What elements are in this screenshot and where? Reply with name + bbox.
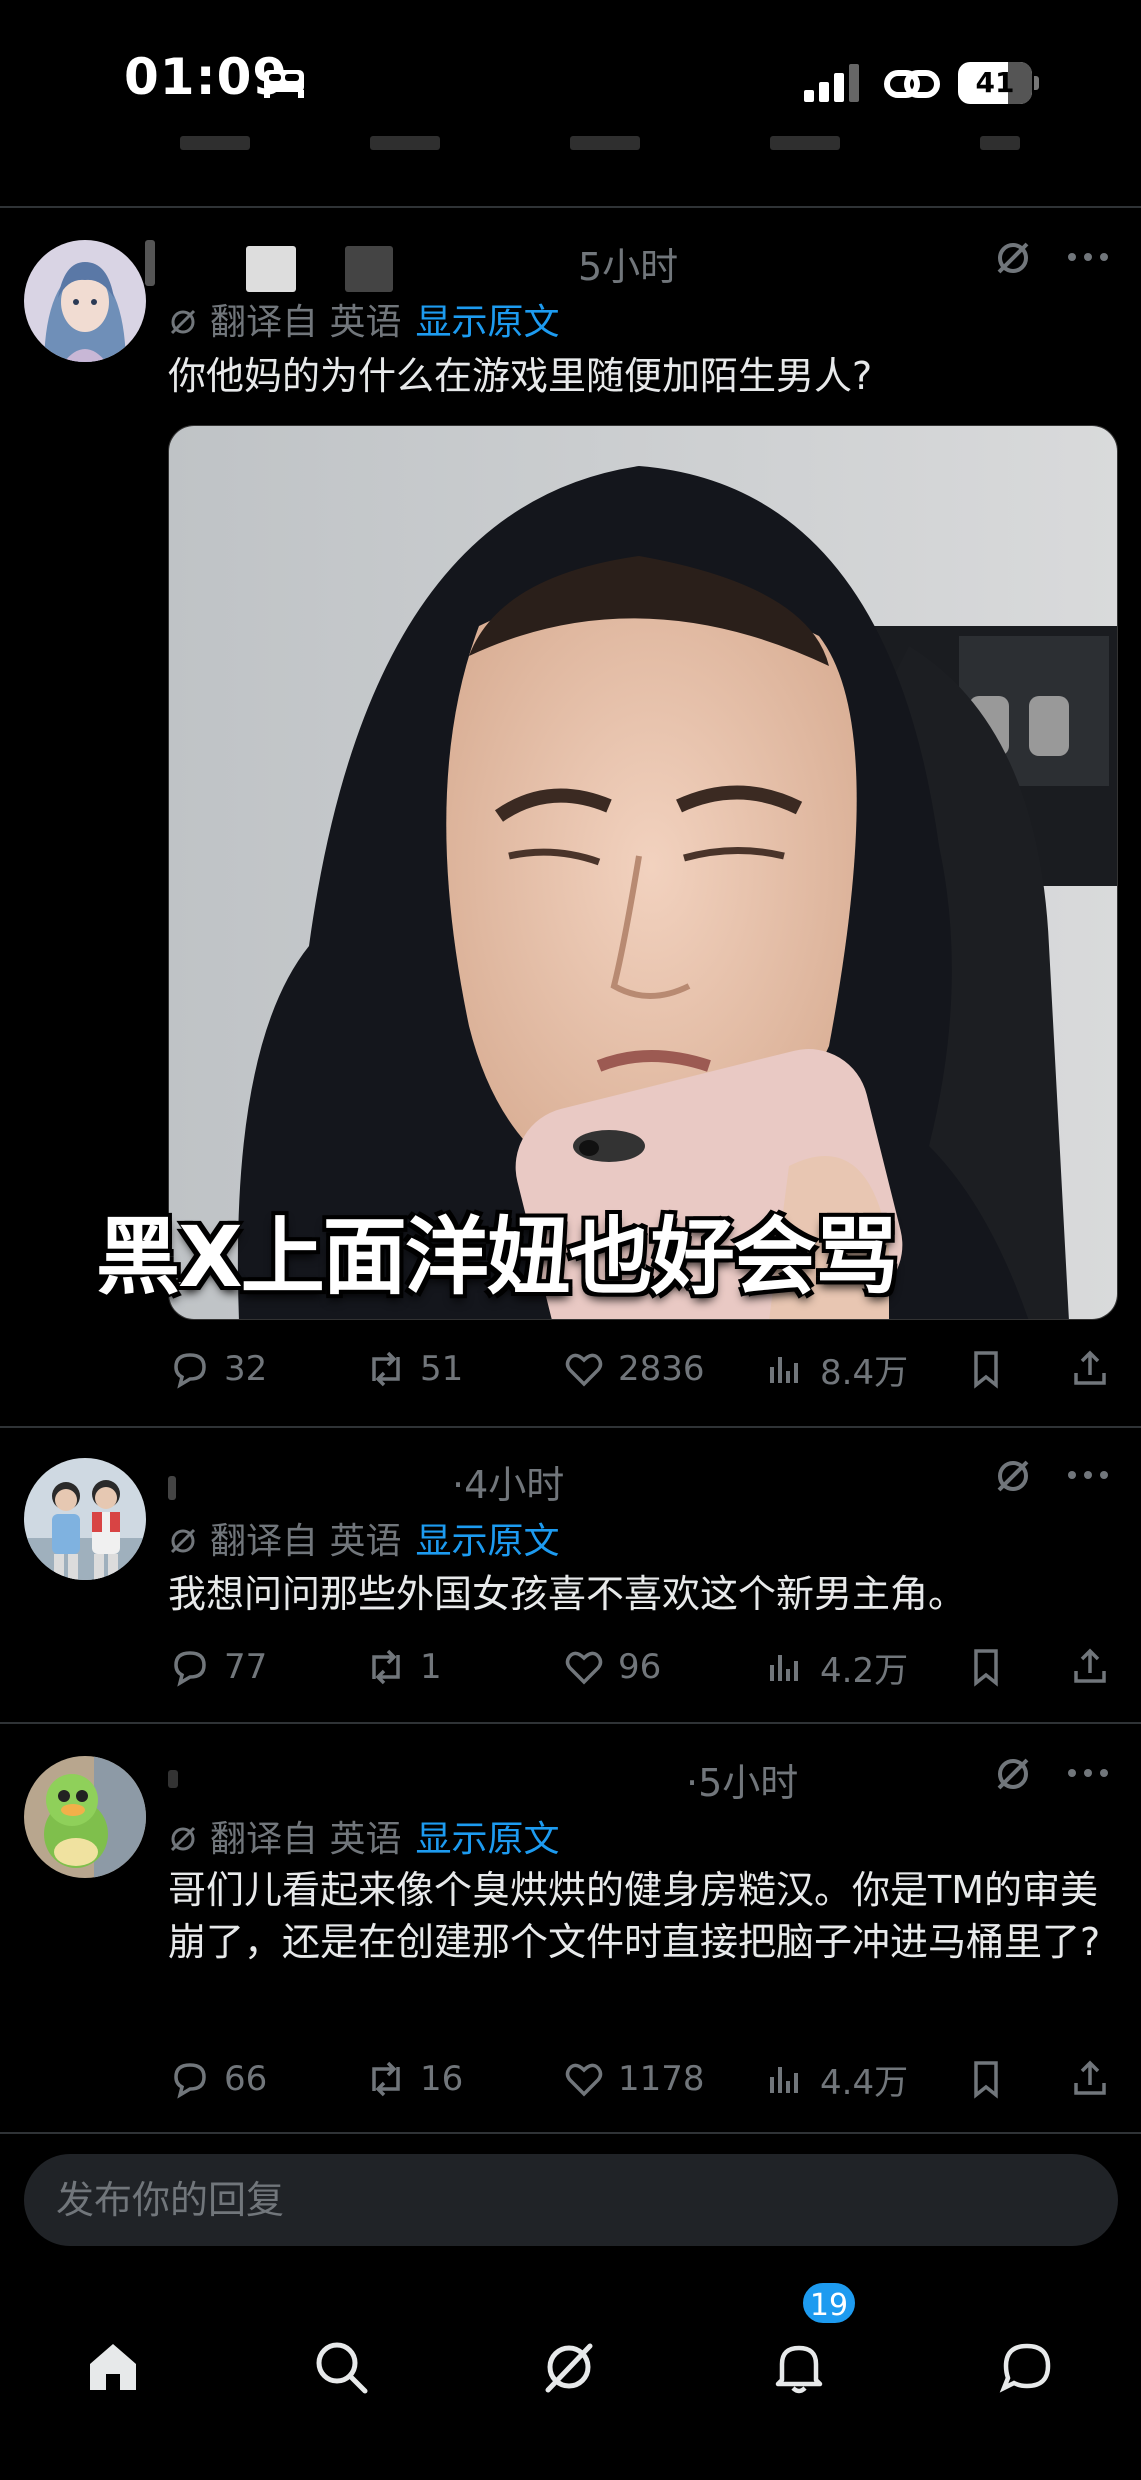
tweet-menu[interactable] bbox=[993, 1748, 1113, 1798]
like-icon bbox=[565, 1651, 603, 1685]
notifications-badge: 19 bbox=[800, 2280, 858, 2326]
image-caption: 黑X上面洋妞也好会骂 bbox=[96, 1208, 899, 1306]
like-button[interactable]: 1178 bbox=[562, 2054, 705, 2104]
sleep-icon bbox=[264, 70, 304, 98]
share-button[interactable] bbox=[1068, 2054, 1112, 2104]
bookmark-icon bbox=[974, 1649, 998, 1687]
tweet-menu[interactable] bbox=[993, 1450, 1113, 1500]
grok-icon[interactable] bbox=[993, 238, 1033, 278]
tweet-text: 我想问问那些外国女孩喜不喜欢这个新男主角。 bbox=[168, 1572, 967, 1616]
bookmark-icon bbox=[974, 2061, 998, 2099]
messages-icon bbox=[999, 2343, 1051, 2393]
share-button[interactable] bbox=[1068, 1642, 1112, 1692]
more-icon[interactable] bbox=[1065, 1460, 1111, 1490]
repost-button[interactable]: 16 bbox=[364, 2054, 463, 2104]
tweet-actions: 66 16 1178 4.4万 bbox=[168, 2054, 1106, 2104]
reply-input[interactable] bbox=[56, 2154, 1056, 2246]
avatar[interactable] bbox=[24, 1756, 146, 1878]
like-icon bbox=[565, 2063, 603, 2097]
tab-notifications[interactable] bbox=[754, 2322, 844, 2412]
translate-icon bbox=[170, 1826, 196, 1852]
repost-icon bbox=[372, 2061, 400, 2097]
avatar[interactable] bbox=[24, 240, 146, 362]
reply-icon bbox=[174, 2063, 206, 2099]
repost-button[interactable]: 51 bbox=[364, 1344, 463, 1394]
tweet-menu[interactable] bbox=[993, 232, 1113, 282]
translation-note: 翻译自 英语 显示原文 bbox=[168, 293, 559, 345]
link-icon bbox=[884, 70, 940, 98]
search-icon bbox=[316, 2342, 368, 2394]
translate-icon bbox=[170, 1528, 196, 1554]
show-original-link[interactable]: 显示原文 bbox=[415, 1819, 559, 1860]
repost-icon bbox=[372, 1649, 400, 1685]
translate-icon bbox=[170, 309, 196, 335]
bookmark-button[interactable] bbox=[964, 1344, 1008, 1394]
show-original-link[interactable]: 显示原文 bbox=[415, 1521, 559, 1562]
grok-icon bbox=[545, 2343, 593, 2393]
grok-icon[interactable] bbox=[993, 1754, 1033, 1794]
repost-icon bbox=[372, 1351, 400, 1387]
home-icon bbox=[90, 2344, 136, 2390]
bookmark-button[interactable] bbox=[964, 2054, 1008, 2104]
bell-icon bbox=[775, 2345, 823, 2394]
tweet-text: 哥们儿看起来像个臭烘烘的健身房糙汉。你是TM的审美崩了，还是在创建那个文件时直接… bbox=[168, 1868, 1101, 1964]
views-button[interactable]: 8.4万 bbox=[764, 1344, 908, 1394]
reply-button[interactable]: 77 bbox=[168, 1642, 267, 1692]
battery-indicator: 41 bbox=[958, 62, 1039, 104]
censored-name bbox=[246, 246, 296, 292]
divider bbox=[0, 2132, 1141, 2134]
tweet-time: 5小时 bbox=[578, 245, 679, 289]
like-icon bbox=[565, 1353, 603, 1387]
divider bbox=[0, 206, 1141, 208]
tweet-text: 你他妈的为什么在游戏里随便加陌生男人? bbox=[168, 354, 873, 398]
avatar[interactable] bbox=[24, 1458, 146, 1580]
views-button[interactable]: 4.2万 bbox=[764, 1642, 908, 1692]
censored-name bbox=[168, 1476, 176, 1500]
censored-name bbox=[345, 246, 393, 292]
views-icon bbox=[770, 2067, 798, 2093]
translation-note: 翻译自 英语 显示原文 bbox=[168, 1512, 559, 1564]
share-icon bbox=[1074, 1648, 1106, 1683]
share-icon bbox=[1074, 1350, 1106, 1385]
repost-button[interactable]: 1 bbox=[364, 1642, 442, 1692]
share-icon bbox=[1074, 2060, 1106, 2095]
views-icon bbox=[770, 1357, 798, 1383]
tab-search[interactable] bbox=[296, 2322, 386, 2412]
tweet-actions: 32 51 2836 8.4万 bbox=[168, 1344, 1106, 1394]
reply-icon bbox=[174, 1651, 206, 1687]
translation-note: 翻译自 英语 显示原文 bbox=[168, 1810, 559, 1862]
reply-button[interactable]: 32 bbox=[168, 1344, 267, 1394]
share-button[interactable] bbox=[1068, 1344, 1112, 1394]
views-icon bbox=[770, 1655, 798, 1681]
status-bar: 01:09 41 bbox=[0, 0, 1141, 150]
show-original-link[interactable]: 显示原文 bbox=[415, 302, 559, 343]
censored-name bbox=[168, 1770, 178, 1788]
reply-box[interactable] bbox=[24, 2154, 1118, 2246]
previous-tweet-actions bbox=[180, 136, 1080, 172]
tab-home[interactable] bbox=[68, 2322, 158, 2412]
tab-grok[interactable] bbox=[524, 2322, 614, 2412]
tab-bar bbox=[0, 2270, 1141, 2480]
reply-button[interactable]: 66 bbox=[168, 2054, 267, 2104]
like-button[interactable]: 96 bbox=[562, 1642, 661, 1692]
divider bbox=[0, 1722, 1141, 1724]
signal-icon bbox=[804, 64, 859, 102]
grok-icon[interactable] bbox=[993, 1456, 1033, 1496]
tab-messages[interactable] bbox=[982, 2322, 1072, 2412]
tweet-time: ·5小时 bbox=[686, 1761, 799, 1805]
tweet-actions: 77 1 96 4.2万 bbox=[168, 1642, 1106, 1692]
tweet-time: ·4小时 bbox=[452, 1463, 565, 1507]
bookmark-icon bbox=[974, 1351, 998, 1389]
bookmark-button[interactable] bbox=[964, 1642, 1008, 1692]
reply-icon bbox=[174, 1353, 206, 1389]
divider bbox=[0, 1426, 1141, 1428]
views-button[interactable]: 4.4万 bbox=[764, 2054, 908, 2104]
tweet-image[interactable] bbox=[168, 425, 1118, 1320]
more-icon[interactable] bbox=[1065, 1758, 1111, 1788]
censored-name bbox=[145, 240, 155, 286]
more-icon[interactable] bbox=[1065, 242, 1111, 272]
like-button[interactable]: 2836 bbox=[562, 1344, 705, 1394]
